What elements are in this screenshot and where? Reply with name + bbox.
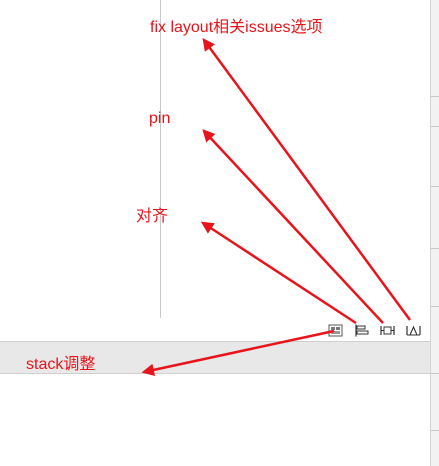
pin-annotation: pin — [149, 110, 171, 127]
inspector-divider — [431, 96, 439, 97]
stack-button[interactable] — [326, 322, 344, 338]
inspector-divider — [431, 306, 439, 307]
align-icon — [354, 324, 368, 336]
stack-annotation: stack调整 — [26, 356, 96, 373]
fix-layout-annotation: fix layout相关issues选项 — [150, 19, 323, 36]
inspector-edge — [430, 0, 439, 466]
canvas-area[interactable] — [0, 0, 430, 466]
inspector-divider — [431, 126, 439, 127]
inspector-divider — [431, 430, 439, 431]
resolve-issues-button[interactable] — [404, 322, 422, 338]
resolve-issues-icon — [405, 325, 421, 335]
inspector-divider — [431, 186, 439, 187]
inspector-divider — [431, 373, 439, 374]
stack-icon — [328, 324, 342, 336]
align-annotation: 对齐 — [136, 208, 169, 225]
guide-line — [160, 0, 161, 318]
inspector-divider — [431, 248, 439, 249]
align-button[interactable] — [352, 322, 370, 338]
pin-button[interactable] — [378, 322, 396, 338]
pin-icon — [379, 325, 395, 335]
auto-layout-toolbar — [326, 321, 422, 339]
